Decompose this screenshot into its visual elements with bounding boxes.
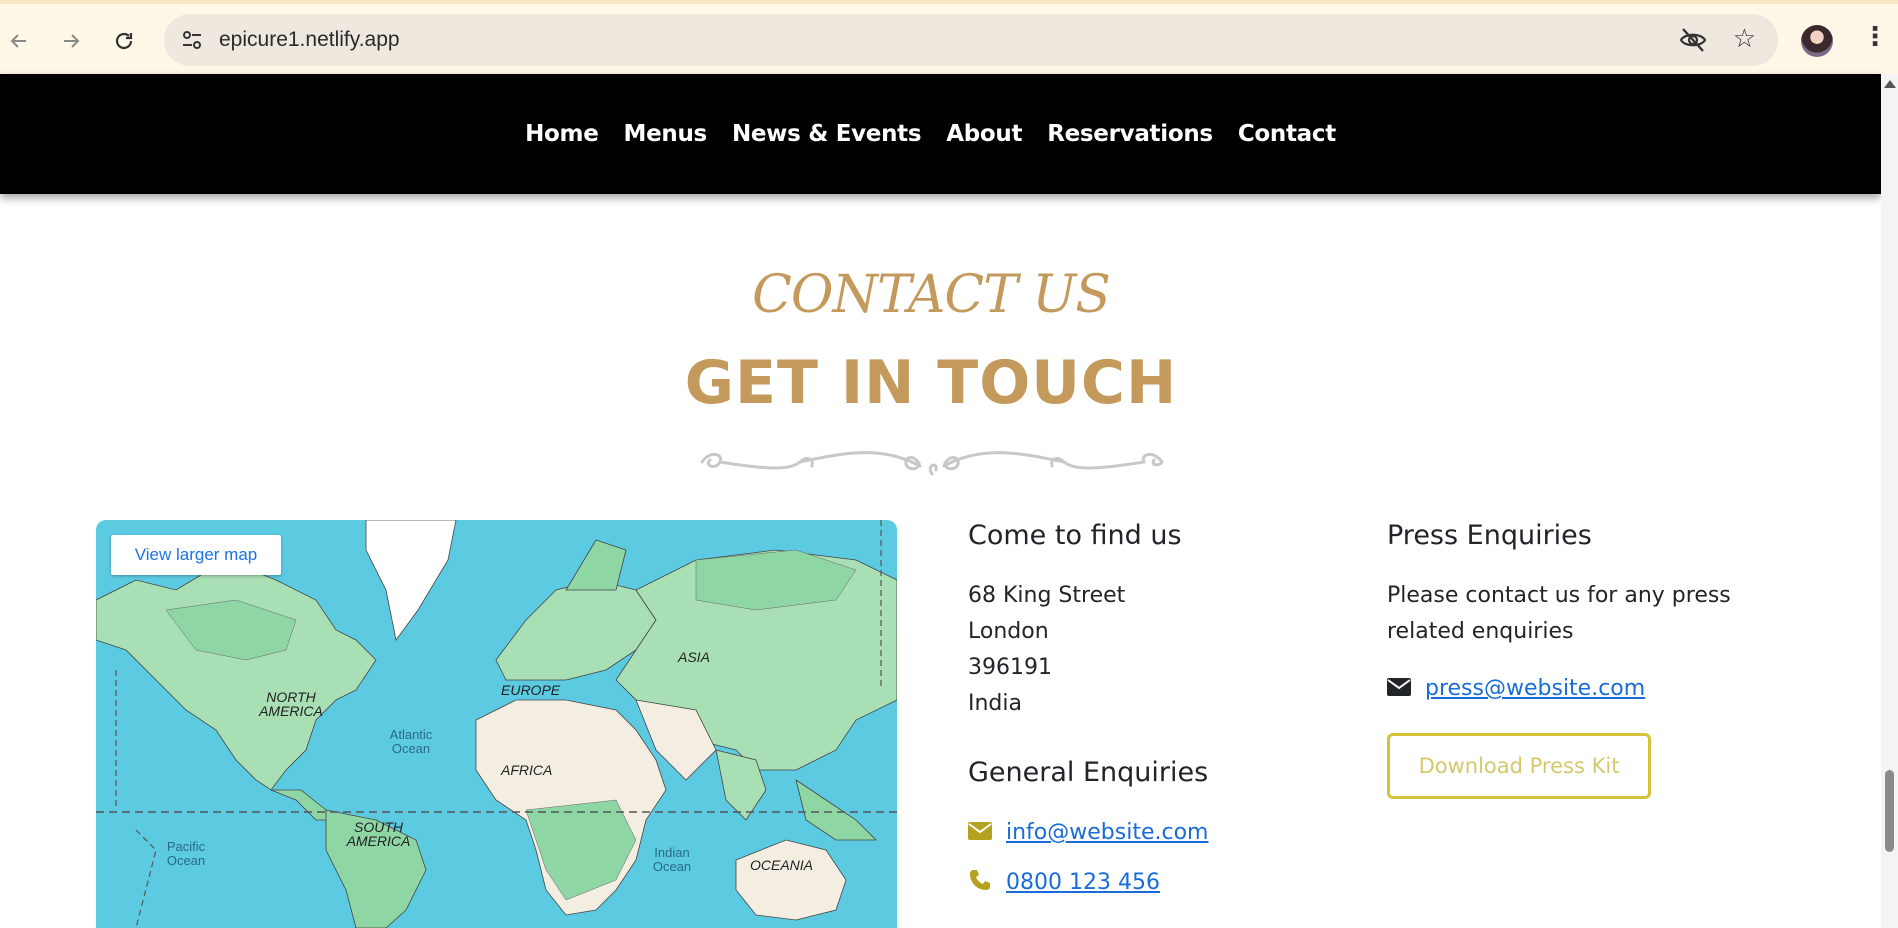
- nav-news-events[interactable]: News & Events: [732, 121, 922, 147]
- address-line: India: [968, 691, 1022, 716]
- section-kicker: CONTACT US: [752, 265, 1111, 325]
- section-title: GET IN TOUCH: [684, 348, 1178, 418]
- map-label-pacific: Pacific Ocean: [166, 839, 206, 869]
- address-line: 396191: [968, 655, 1052, 680]
- press-email-link[interactable]: press@website.com: [1425, 676, 1645, 701]
- nav-reservations[interactable]: Reservations: [1047, 121, 1213, 147]
- view-larger-map-link[interactable]: View larger map: [111, 535, 281, 575]
- general-phone-row: 0800 123 456: [968, 868, 1160, 896]
- map-label-indian: Indian Ocean: [652, 845, 692, 875]
- envelope-icon: [968, 821, 992, 844]
- kebab-menu-icon[interactable]: ⋮: [1862, 24, 1888, 50]
- general-email-link[interactable]: info@website.com: [1006, 820, 1208, 845]
- map-label-atlantic: Atlantic Ocean: [389, 727, 433, 757]
- eye-off-icon[interactable]: [1678, 26, 1708, 54]
- map-label-europe: EUROPE: [501, 682, 561, 698]
- address-bar[interactable]: epicure1.netlify.app ☆: [164, 14, 1778, 66]
- ornamental-divider-icon: [700, 451, 1164, 476]
- reload-icon[interactable]: [109, 26, 139, 56]
- site-navigation: Home Menus News & Events About Reservati…: [0, 74, 1881, 194]
- address-block: 68 King Street London 396191 India: [968, 578, 1125, 722]
- press-enquiries-title: Press Enquiries: [1387, 520, 1592, 551]
- site-settings-icon[interactable]: [180, 28, 204, 52]
- general-phone-link[interactable]: 0800 123 456: [1006, 870, 1160, 895]
- phone-icon: [968, 868, 992, 896]
- address-line: 68 King Street: [968, 583, 1126, 608]
- nav-contact[interactable]: Contact: [1238, 121, 1336, 147]
- envelope-icon: [1387, 677, 1411, 700]
- find-us-title: Come to find us: [968, 520, 1182, 551]
- press-description: Please contact us for any press related …: [1387, 578, 1731, 650]
- map-label-oceania: OCEANIA: [750, 857, 814, 873]
- press-text-line: Please contact us for any press: [1387, 583, 1731, 608]
- url-text: epicure1.netlify.app: [219, 28, 400, 51]
- map-label-north-america: NORTH AMERICA: [259, 689, 323, 719]
- map-label-africa: AFRICA: [501, 762, 553, 778]
- scroll-up-arrow-icon[interactable]: [1884, 80, 1896, 88]
- general-email-row: info@website.com: [968, 820, 1208, 845]
- nav-menus[interactable]: Menus: [624, 121, 708, 147]
- download-press-kit-button[interactable]: Download Press Kit: [1387, 733, 1651, 799]
- browser-toolbar: epicure1.netlify.app ☆ ⋮: [0, 0, 1898, 74]
- general-enquiries-title: General Enquiries: [968, 757, 1209, 788]
- map-label-asia: ASIA: [678, 649, 710, 665]
- nav-home[interactable]: Home: [525, 121, 599, 147]
- press-email-row: press@website.com: [1387, 676, 1645, 701]
- profile-avatar[interactable]: [1801, 25, 1833, 57]
- map-label-south-america: SOUTH AMERICA: [346, 819, 411, 849]
- world-map-embed[interactable]: View larger map NORTH AMERICA EUROPE ASI…: [96, 520, 897, 928]
- forward-arrow-icon[interactable]: [56, 26, 86, 56]
- back-arrow-icon[interactable]: [4, 26, 34, 56]
- bookmark-star-icon[interactable]: ☆: [1733, 24, 1756, 54]
- nav-about[interactable]: About: [946, 121, 1022, 147]
- scrollbar-thumb[interactable]: [1885, 770, 1894, 852]
- press-text-line: related enquiries: [1387, 619, 1574, 644]
- address-line: London: [968, 619, 1049, 644]
